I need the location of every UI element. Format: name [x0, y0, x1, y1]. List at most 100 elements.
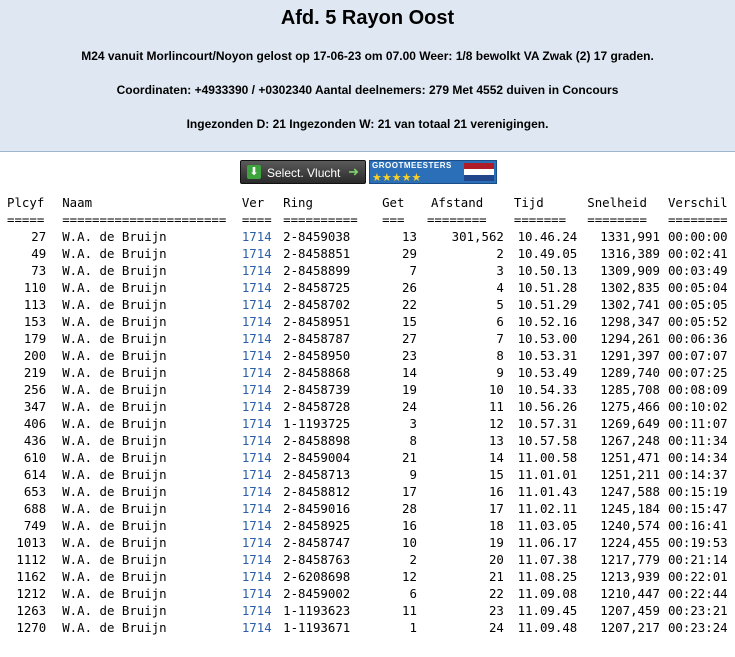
cell-verschil: 00:00:00 — [667, 229, 728, 244]
cell-verschil: 00:23:24 — [667, 620, 728, 635]
cell-get: 2 — [409, 552, 417, 567]
cell-tijd: 11.08.25 — [517, 569, 578, 584]
cell-snelheid: 1224,455 — [600, 535, 660, 550]
cell-snelheid: 1251,471 — [600, 450, 660, 465]
column-header-afstand: Afstand — [430, 195, 484, 210]
cell-verschil: 00:11:34 — [667, 433, 728, 448]
cell-tijd: 10.50.13 — [517, 263, 578, 278]
cell-ver[interactable]: 1714 — [242, 602, 283, 619]
cell-tijd: 11.09.08 — [517, 586, 578, 601]
cell-naam: W.A. de Bruijn — [62, 246, 167, 261]
cell-ver[interactable]: 1714 — [242, 415, 283, 432]
coordinates-line: Coordinaten: +4933390 / +0302340 Aantal … — [116, 83, 619, 97]
column-header-tijd: Tijd — [513, 195, 544, 210]
cell-ver[interactable]: 1714 — [242, 398, 283, 415]
table-row: 27 W.A. de Bruijn 1714 2-8459038 13 301,562 10… — [7, 228, 735, 245]
cell-ver[interactable]: 1714 — [242, 381, 283, 398]
cell-ver[interactable]: 1714 — [242, 585, 283, 602]
cell-afstand: 8 — [496, 348, 504, 363]
cell-tijd: 10.51.28 — [517, 280, 578, 295]
cell-tijd: 10.56.26 — [517, 399, 578, 414]
cell-afstand: 18 — [488, 518, 504, 533]
grootmeesters-text: GROOTMEESTERS — [372, 161, 452, 170]
cell-ver[interactable]: 1714 — [242, 432, 283, 449]
cell-afstand: 10 — [488, 382, 504, 397]
cell-ver[interactable]: 1714 — [242, 568, 283, 585]
cell-ring: 2-8458702 — [283, 297, 351, 312]
cell-ver[interactable]: 1714 — [242, 245, 283, 262]
cell-ver[interactable]: 1714 — [242, 364, 283, 381]
cell-snelheid: 1302,835 — [600, 280, 660, 295]
table-row: 347 W.A. de Bruijn 1714 2-8458728 24 11 10.56.… — [7, 398, 735, 415]
cell-naam: W.A. de Bruijn — [62, 229, 167, 244]
cell-ring: 2-8458925 — [283, 518, 351, 533]
cell-ver[interactable]: 1714 — [242, 279, 283, 296]
cell-ver[interactable]: 1714 — [242, 500, 283, 517]
cell-get: 22 — [402, 297, 417, 312]
cell-get: 3 — [409, 416, 417, 431]
cell-get: 26 — [402, 280, 417, 295]
arrow-right-icon: ➜ — [348, 164, 359, 179]
cell-snelheid: 1316,389 — [600, 246, 660, 261]
cell-naam: W.A. de Bruijn — [62, 365, 167, 380]
cell-ver[interactable]: 1714 — [242, 296, 283, 313]
cell-plcyf: 749 — [23, 518, 47, 533]
cell-ring: 2-8458812 — [283, 484, 351, 499]
cell-ring: 2-8458851 — [283, 246, 351, 261]
cell-tijd: 11.00.58 — [517, 450, 578, 465]
cell-verschil: 00:07:07 — [667, 348, 728, 363]
cell-afstand: 21 — [488, 569, 504, 584]
cell-ring: 1-1193623 — [283, 603, 351, 618]
column-underline-get: === — [382, 212, 405, 227]
select-flight-button[interactable]: ⬇ Select. Vlucht ➜ — [240, 160, 366, 184]
cell-ver[interactable]: 1714 — [242, 347, 283, 364]
cell-get: 1 — [409, 620, 417, 635]
cell-verschil: 00:14:37 — [667, 467, 728, 482]
cell-ver[interactable]: 1714 — [242, 313, 283, 330]
cell-get: 29 — [402, 246, 417, 261]
column-underline-snelheid: ======== — [587, 212, 647, 227]
cell-plcyf: 347 — [23, 399, 47, 414]
cell-verschil: 00:22:01 — [667, 569, 728, 584]
cell-ver[interactable]: 1714 — [242, 534, 283, 551]
cell-tijd: 11.07.38 — [517, 552, 578, 567]
grootmeesters-badge[interactable]: GROOTMEESTERS ★★★★★ — [369, 160, 497, 184]
cell-plcyf: 1013 — [16, 535, 47, 550]
cell-get: 7 — [409, 263, 417, 278]
column-underline-ver: ==== — [241, 212, 272, 227]
cell-tijd: 11.03.05 — [517, 518, 578, 533]
cell-plcyf: 1212 — [16, 586, 47, 601]
cell-snelheid: 1269,649 — [600, 416, 660, 431]
cell-ver[interactable]: 1714 — [242, 228, 283, 245]
cell-ring: 2-6208698 — [283, 569, 351, 584]
cell-ver[interactable]: 1714 — [242, 262, 283, 279]
results-table: Plcyf Naam Ver Ring Get Afstand Tijd Snelheid Ve… — [7, 194, 735, 636]
cell-afstand: 13 — [488, 433, 504, 448]
cell-snelheid: 1207,459 — [600, 603, 660, 618]
cell-plcyf: 49 — [31, 246, 47, 261]
cell-verschil: 00:15:47 — [667, 501, 728, 516]
table-row: 749 W.A. de Bruijn 1714 2-8458925 16 18 11.03.… — [7, 517, 735, 534]
cell-naam: W.A. de Bruijn — [62, 450, 167, 465]
cell-snelheid: 1251,211 — [600, 467, 660, 482]
cell-ver[interactable]: 1714 — [242, 551, 283, 568]
dutch-flag-icon — [464, 163, 494, 181]
cell-plcyf: 614 — [23, 467, 47, 482]
cell-afstand: 11 — [488, 399, 504, 414]
cell-plcyf: 610 — [23, 450, 47, 465]
cell-ver[interactable]: 1714 — [242, 449, 283, 466]
table-row: 110 W.A. de Bruijn 1714 2-8458725 26 4 10.51.2… — [7, 279, 735, 296]
cell-plcyf: 653 — [23, 484, 47, 499]
cell-afstand: 12 — [488, 416, 504, 431]
cell-ver[interactable]: 1714 — [242, 619, 283, 636]
cell-ver[interactable]: 1714 — [242, 466, 283, 483]
cell-ring: 2-8458787 — [283, 331, 351, 346]
cell-ver[interactable]: 1714 — [242, 483, 283, 500]
cell-naam: W.A. de Bruijn — [62, 263, 167, 278]
cell-ver[interactable]: 1714 — [242, 330, 283, 347]
table-row: 653 W.A. de Bruijn 1714 2-8458812 17 16 11.01.… — [7, 483, 735, 500]
cell-ver[interactable]: 1714 — [242, 517, 283, 534]
cell-plcyf: 256 — [23, 382, 47, 397]
cell-tijd: 10.53.31 — [517, 348, 578, 363]
cell-naam: W.A. de Bruijn — [62, 603, 167, 618]
